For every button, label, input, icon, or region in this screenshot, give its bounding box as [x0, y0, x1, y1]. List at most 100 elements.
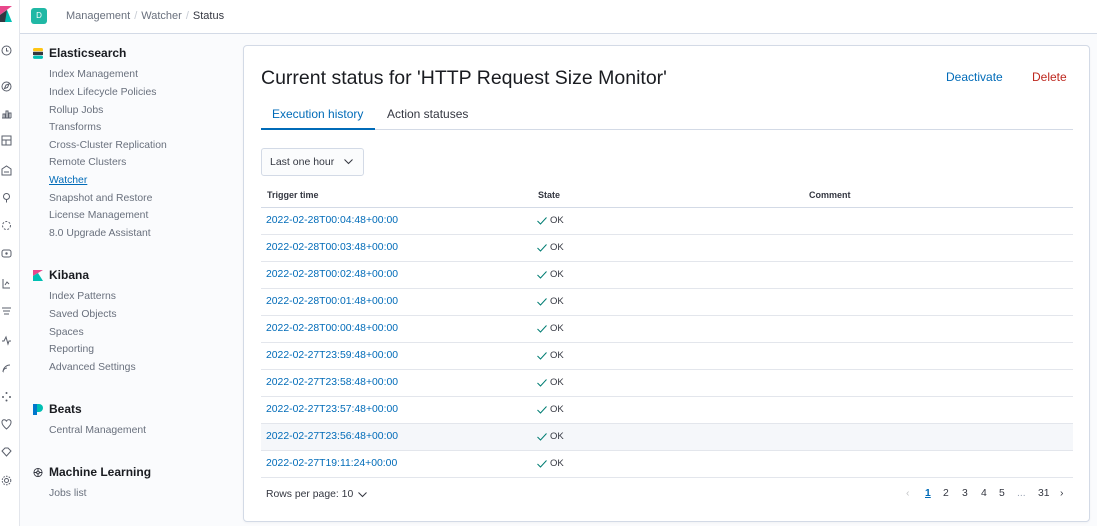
- column-header-state[interactable]: State: [538, 190, 560, 200]
- trigger-time-link[interactable]: 2022-02-28T00:00:48+00:00: [266, 323, 398, 334]
- sidebar-section-title: Beats: [49, 402, 82, 416]
- page-button-1[interactable]: 1: [925, 488, 931, 499]
- sidebar-item-upgrade-assistant[interactable]: 8.0 Upgrade Assistant: [49, 228, 151, 239]
- table-row: 2022-02-27T23:58:48+00:00 OK: [261, 370, 1073, 397]
- watch-status-panel: Current status for 'HTTP Request Size Mo…: [243, 45, 1090, 522]
- sidebar-section-machine-learning: Machine Learning: [33, 465, 151, 479]
- sidebar-item-spaces[interactable]: Spaces: [49, 327, 84, 338]
- sidebar-item-remote-clusters[interactable]: Remote Clusters: [49, 157, 126, 168]
- uptime-icon[interactable]: [1, 335, 12, 346]
- sidebar-item-cross-cluster-replication[interactable]: Cross-Cluster Replication: [49, 140, 167, 151]
- state-value: OK: [550, 404, 564, 415]
- infrastructure-icon[interactable]: [1, 248, 12, 259]
- maps-icon[interactable]: [1, 192, 12, 203]
- visualize-icon[interactable]: [1, 108, 12, 119]
- check-icon: [537, 432, 547, 441]
- space-avatar[interactable]: D: [31, 8, 47, 24]
- chevron-down-icon: [358, 491, 368, 497]
- page-button-3[interactable]: 3: [962, 488, 968, 499]
- check-icon: [537, 243, 547, 252]
- discover-icon[interactable]: [1, 81, 12, 92]
- logs-icon[interactable]: [1, 278, 12, 289]
- sidebar-section-elasticsearch: Elasticsearch: [33, 46, 126, 60]
- trigger-time-link[interactable]: 2022-02-28T00:04:48+00:00: [266, 215, 398, 226]
- trigger-time-link[interactable]: 2022-02-27T23:57:48+00:00: [266, 404, 398, 415]
- sidebar-item-central-management[interactable]: Central Management: [49, 425, 146, 436]
- state-cell: OK: [537, 323, 564, 334]
- sidebar-item-snapshot-and-restore[interactable]: Snapshot and Restore: [49, 193, 152, 204]
- state-value: OK: [550, 350, 564, 361]
- trigger-time-link[interactable]: 2022-02-28T00:02:48+00:00: [266, 269, 398, 280]
- sidebar-item-index-lifecycle-policies[interactable]: Index Lifecycle Policies: [49, 87, 156, 98]
- next-page-icon[interactable]: ›: [1060, 488, 1063, 499]
- canvas-icon[interactable]: [1, 165, 12, 176]
- sidebar-section-title: Machine Learning: [49, 465, 152, 479]
- table-row: 2022-02-27T23:56:48+00:00 OK: [261, 424, 1073, 451]
- stack-monitoring-icon[interactable]: [1, 447, 12, 458]
- nav-rail: [0, 0, 20, 526]
- page-button-4[interactable]: 4: [981, 488, 987, 499]
- top-header: D Management / Watcher / Status: [20, 0, 1097, 34]
- kibana-logo-icon[interactable]: [0, 6, 12, 22]
- trigger-time-link[interactable]: 2022-02-27T19:11:24+00:00: [266, 458, 397, 469]
- state-value: OK: [550, 242, 564, 253]
- tab-execution-history[interactable]: Execution history: [272, 107, 363, 121]
- trigger-time-link[interactable]: 2022-02-27T23:56:48+00:00: [266, 431, 398, 442]
- trigger-time-link[interactable]: 2022-02-28T00:03:48+00:00: [266, 242, 398, 253]
- monitoring-icon[interactable]: [1, 419, 12, 430]
- table-row: 2022-02-27T23:59:48+00:00 OK: [261, 343, 1073, 370]
- time-range-value: Last one hour: [270, 156, 335, 168]
- siem-icon[interactable]: [1, 363, 12, 374]
- state-cell: OK: [537, 269, 564, 280]
- check-icon: [537, 351, 547, 360]
- beats-icon: [33, 403, 43, 415]
- sidebar-item-reporting[interactable]: Reporting: [49, 344, 94, 355]
- dashboard-icon[interactable]: [1, 135, 12, 146]
- page-title: Current status for 'HTTP Request Size Mo…: [261, 67, 667, 89]
- sidebar-item-license-management[interactable]: License Management: [49, 210, 148, 221]
- trigger-time-link[interactable]: 2022-02-27T23:59:48+00:00: [266, 350, 398, 361]
- sidebar-item-watcher[interactable]: Watcher: [49, 175, 87, 186]
- time-range-select[interactable]: Last one hour: [261, 148, 364, 176]
- sidebar-item-advanced-settings[interactable]: Advanced Settings: [49, 362, 136, 373]
- page-button-5[interactable]: 5: [999, 488, 1005, 499]
- breadcrumb-watcher[interactable]: Watcher: [141, 10, 182, 22]
- trigger-time-link[interactable]: 2022-02-28T00:01:48+00:00: [266, 296, 398, 307]
- state-value: OK: [550, 323, 564, 334]
- check-icon: [537, 216, 547, 225]
- check-icon: [537, 324, 547, 333]
- delete-button[interactable]: Delete: [1032, 70, 1067, 84]
- column-header-trigger-time[interactable]: Trigger time: [267, 190, 319, 200]
- state-cell: OK: [537, 458, 564, 469]
- recently-viewed-icon[interactable]: [1, 45, 12, 56]
- breadcrumb-separator: /: [134, 10, 138, 22]
- table-row: 2022-02-28T00:01:48+00:00 OK: [261, 289, 1073, 316]
- breadcrumb-management[interactable]: Management: [66, 10, 130, 22]
- management-sidebar: Elasticsearch Index Management Index Lif…: [20, 34, 230, 526]
- machine-learning-rail-icon[interactable]: [1, 220, 12, 231]
- check-icon: [537, 270, 547, 279]
- sidebar-section-title: Elasticsearch: [49, 46, 127, 60]
- table-header: Trigger time State Comment: [261, 186, 1073, 208]
- page-button-last[interactable]: 31: [1038, 488, 1050, 499]
- trigger-time-link[interactable]: 2022-02-27T23:58:48+00:00: [266, 377, 398, 388]
- deactivate-button[interactable]: Deactivate: [946, 70, 1003, 84]
- rows-per-page-button[interactable]: Rows per page: 10: [266, 489, 368, 500]
- pagination: ‹ 1 2 3 4 5 ... 31 ›: [906, 488, 1076, 502]
- state-cell: OK: [537, 431, 564, 442]
- apm-icon[interactable]: [1, 306, 12, 317]
- state-value: OK: [550, 215, 564, 226]
- management-gear-icon[interactable]: [1, 475, 12, 486]
- previous-page-icon[interactable]: ‹: [906, 488, 909, 499]
- sidebar-item-rollup-jobs[interactable]: Rollup Jobs: [49, 105, 103, 116]
- sidebar-item-index-management[interactable]: Index Management: [49, 69, 138, 80]
- sidebar-item-transforms[interactable]: Transforms: [49, 122, 101, 133]
- sidebar-item-index-patterns[interactable]: Index Patterns: [49, 291, 116, 302]
- column-header-comment[interactable]: Comment: [809, 190, 851, 200]
- check-icon: [537, 297, 547, 306]
- sidebar-item-jobs-list[interactable]: Jobs list: [49, 488, 87, 499]
- page-button-2[interactable]: 2: [943, 488, 949, 499]
- sidebar-item-saved-objects[interactable]: Saved Objects: [49, 309, 117, 320]
- tab-action-statuses[interactable]: Action statuses: [387, 107, 468, 121]
- dev-tools-icon[interactable]: [1, 391, 12, 402]
